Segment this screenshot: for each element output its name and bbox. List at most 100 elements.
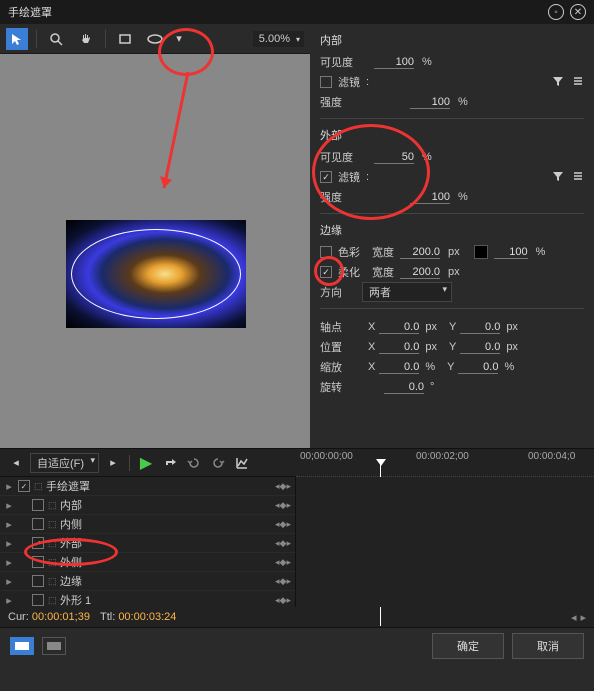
expand-icon[interactable]: ▸	[4, 556, 14, 569]
track-check[interactable]	[32, 499, 44, 511]
link-icon[interactable]: ⬚	[34, 481, 46, 492]
expand-icon[interactable]: ▸	[4, 575, 14, 588]
inner-filter-check[interactable]	[320, 76, 332, 88]
ruler-t2: 00:00:04;0	[528, 451, 575, 462]
next-key[interactable]: ▸	[286, 519, 291, 530]
ok-button[interactable]: 确定	[432, 633, 504, 659]
edge-color-check[interactable]	[320, 246, 332, 258]
soften-label: 柔化	[338, 264, 360, 280]
link-icon[interactable]: ⬚	[48, 519, 60, 530]
edge-soften-check[interactable]	[320, 266, 332, 278]
next-key[interactable]: ▸	[286, 595, 291, 606]
track-check[interactable]	[18, 480, 30, 492]
ruler-t1: 00:00:02;00	[416, 451, 469, 462]
track-row[interactable]: ▸⬚手绘遮罩◂◆▸	[0, 477, 295, 496]
outer-visibility-input[interactable]	[374, 151, 414, 164]
rotation-input[interactable]	[384, 381, 424, 394]
track-row[interactable]: ▸⬚内侧◂◆▸	[0, 515, 295, 534]
expand-icon[interactable]: ▸	[4, 518, 14, 531]
track-check[interactable]	[32, 537, 44, 549]
link-icon[interactable]: ⬚	[48, 576, 60, 587]
track-row[interactable]: ▸⬚内部◂◆▸	[0, 496, 295, 515]
timeline-ruler[interactable]: 00;00:00;00 00:00:02;00 00:00:04;0	[296, 449, 594, 477]
section-header: 外部	[320, 127, 584, 143]
pos-x-input[interactable]	[379, 341, 419, 354]
pos-y-input[interactable]	[460, 341, 500, 354]
track-check[interactable]	[32, 594, 44, 606]
add-key[interactable]: ◆	[280, 519, 287, 530]
next-key[interactable]: ▸	[286, 481, 291, 492]
next-key[interactable]: ▸	[286, 500, 291, 511]
list-icon[interactable]	[572, 75, 584, 90]
preview-image	[66, 220, 246, 328]
inner-visibility-input[interactable]	[374, 56, 414, 69]
outer-filter-check[interactable]	[320, 171, 332, 183]
link-icon[interactable]: ⬚	[48, 595, 60, 606]
prev-frame-button[interactable]: ◂	[6, 453, 26, 473]
scroll-right[interactable]: ▸	[580, 611, 586, 624]
edge-color-opacity-input[interactable]	[494, 246, 528, 259]
zoom-tool[interactable]	[45, 28, 67, 50]
link-icon[interactable]: ⬚	[48, 557, 60, 568]
link-icon[interactable]: ⬚	[48, 538, 60, 549]
view-mode-2[interactable]	[42, 637, 66, 655]
track-check[interactable]	[32, 556, 44, 568]
edge-soften-width-input[interactable]	[400, 266, 440, 279]
outer-strength-input[interactable]	[410, 191, 450, 204]
view-mode-1[interactable]	[10, 637, 34, 655]
graph-button[interactable]	[232, 453, 252, 473]
select-tool[interactable]	[6, 28, 28, 50]
loop-button[interactable]	[160, 453, 180, 473]
edge-color-swatch[interactable]	[474, 245, 488, 259]
unit-px: px	[506, 341, 518, 353]
add-key[interactable]: ◆	[280, 557, 287, 568]
tool-dropdown[interactable]: ▾	[174, 28, 184, 50]
scale-x-input[interactable]	[379, 361, 419, 374]
fit-select[interactable]: 自适应(F)	[30, 453, 99, 473]
add-key[interactable]: ◆	[280, 500, 287, 511]
track-check[interactable]	[32, 575, 44, 587]
scroll-left[interactable]: ◂	[571, 611, 577, 624]
expand-icon[interactable]: ▸	[4, 594, 14, 607]
list-icon[interactable]	[572, 170, 584, 185]
next-key[interactable]: ▸	[286, 557, 291, 568]
track-area[interactable]	[296, 477, 594, 607]
next-key[interactable]: ▸	[286, 576, 291, 587]
hand-tool[interactable]	[75, 28, 97, 50]
filter-icon[interactable]	[552, 170, 564, 185]
next-frame-button[interactable]: ▸	[103, 453, 123, 473]
mask-ellipse-outline[interactable]	[71, 229, 241, 319]
scale-y-input[interactable]	[458, 361, 498, 374]
preview-canvas[interactable]	[0, 54, 310, 448]
next-key[interactable]: ▸	[286, 538, 291, 549]
filter-icon[interactable]	[552, 75, 564, 90]
pivot-x-input[interactable]	[379, 321, 419, 334]
add-key[interactable]: ◆	[280, 481, 287, 492]
redo-button[interactable]	[208, 453, 228, 473]
track-row[interactable]: ▸⬚外侧◂◆▸	[0, 553, 295, 572]
add-key[interactable]: ◆	[280, 595, 287, 606]
cancel-button[interactable]: 取消	[512, 633, 584, 659]
track-check[interactable]	[32, 518, 44, 530]
expand-icon[interactable]: ▸	[4, 480, 14, 493]
track-row[interactable]: ▸⬚外形 1◂◆▸	[0, 591, 295, 607]
add-key[interactable]: ◆	[280, 538, 287, 549]
help-button[interactable]: ◦	[548, 4, 564, 20]
expand-icon[interactable]: ▸	[4, 499, 14, 512]
ellipse-tool[interactable]	[144, 28, 166, 50]
add-key[interactable]: ◆	[280, 576, 287, 587]
zoom-select[interactable]: 5.00%▾	[253, 31, 304, 47]
pivot-y-input[interactable]	[460, 321, 500, 334]
fit-label: 自适应(F)	[37, 458, 84, 470]
undo-button[interactable]	[184, 453, 204, 473]
track-row[interactable]: ▸⬚外部◂◆▸	[0, 534, 295, 553]
expand-icon[interactable]: ▸	[4, 537, 14, 550]
direction-select[interactable]: 两者	[362, 282, 452, 302]
edge-color-width-input[interactable]	[400, 246, 440, 259]
rect-tool[interactable]	[114, 28, 136, 50]
inner-strength-input[interactable]	[410, 96, 450, 109]
play-button[interactable]: ▶	[136, 453, 156, 473]
link-icon[interactable]: ⬚	[48, 500, 60, 511]
close-button[interactable]: ✕	[570, 4, 586, 20]
track-row[interactable]: ▸⬚边缘◂◆▸	[0, 572, 295, 591]
